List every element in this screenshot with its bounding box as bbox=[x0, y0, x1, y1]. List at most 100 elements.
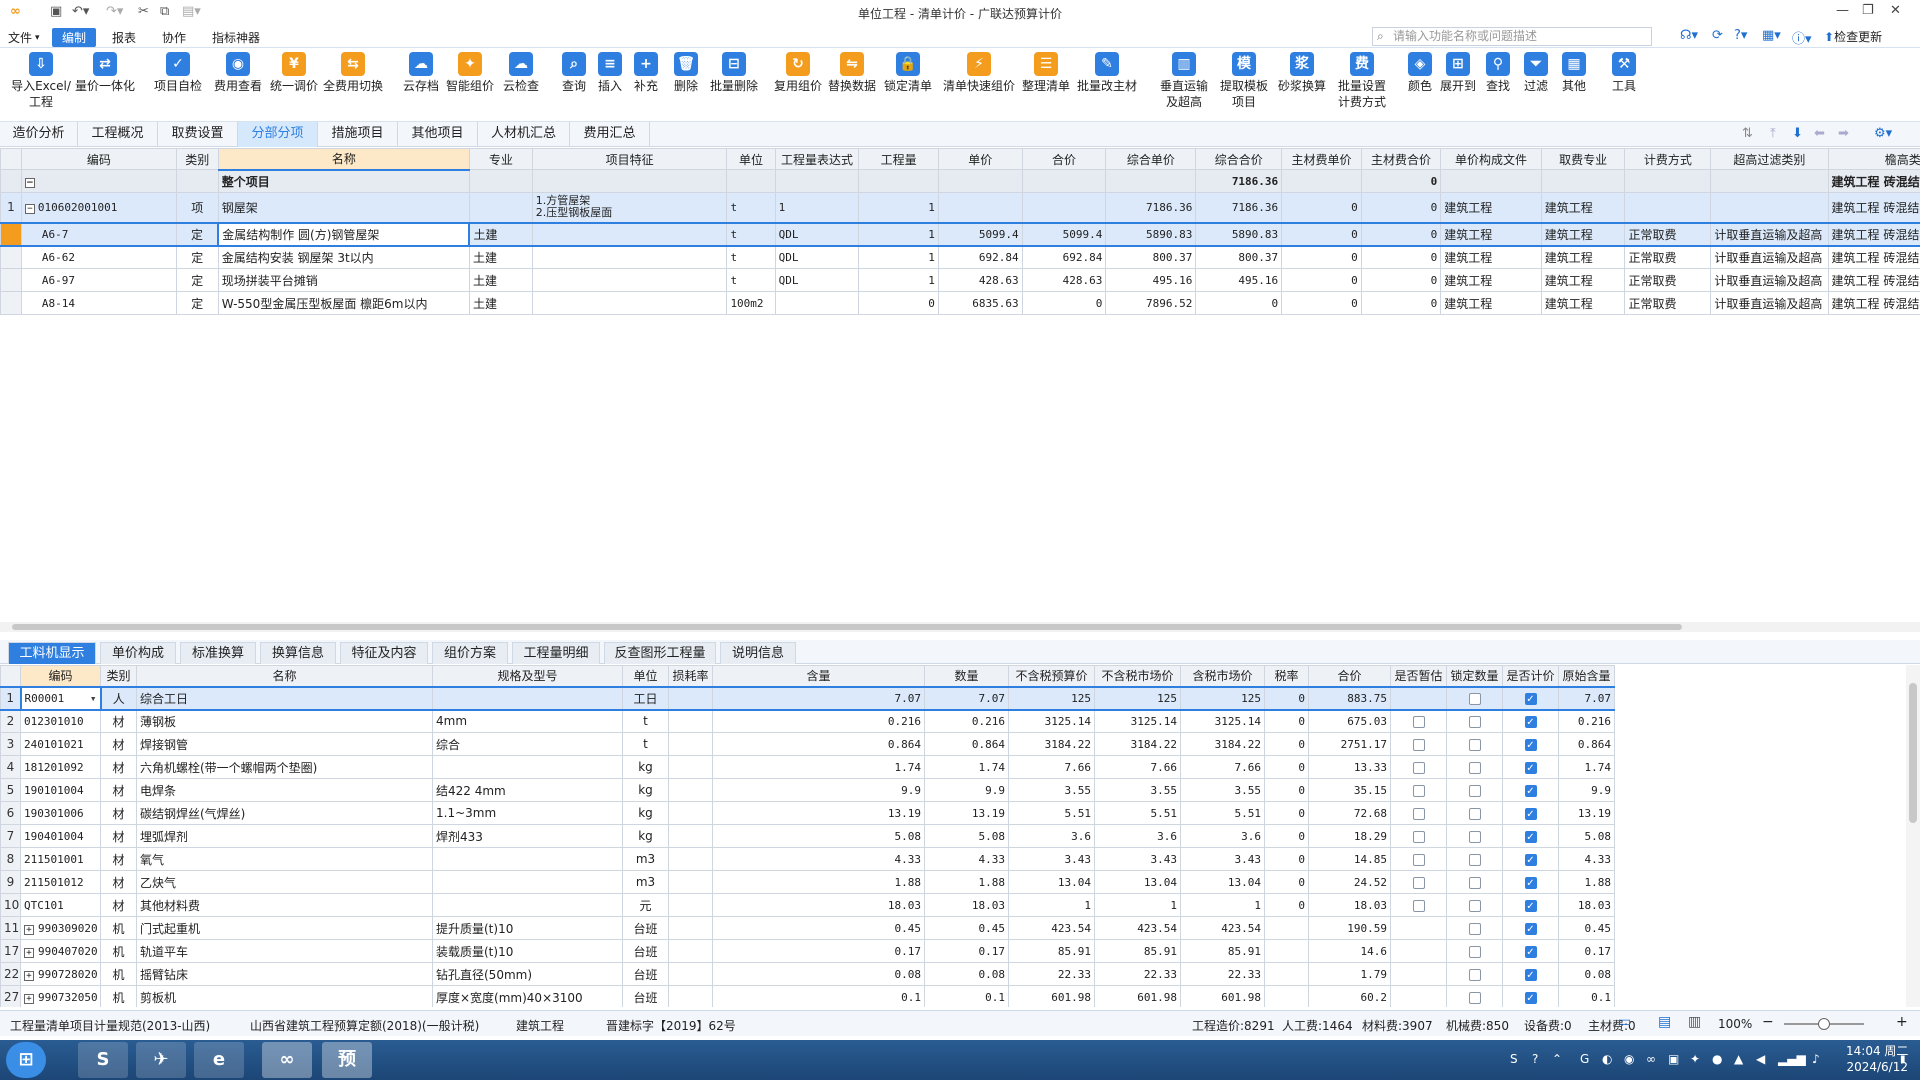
col-fee-major[interactable]: 取费专业 bbox=[1540, 148, 1626, 170]
col-content[interactable]: 含量 bbox=[712, 665, 925, 687]
tray-app-d-icon[interactable]: ∞ bbox=[1646, 1052, 1656, 1066]
search-input[interactable]: ⌕ 请输入功能名称或问题描述 bbox=[1372, 27, 1652, 46]
tab-measures[interactable]: 措施项目 bbox=[318, 122, 398, 147]
group-row[interactable]: − 整个项目 7186.36 0 建筑工程 砖混结构(檐高5 bbox=[0, 169, 1920, 193]
tray-help-icon[interactable]: ? bbox=[1532, 1052, 1538, 1066]
horizontal-scrollbar[interactable] bbox=[0, 622, 1920, 632]
table-row[interactable]: 5 190101004 材电焊条 结422 4mm kg 9.9 9.9 3.55 3.55 3.… bbox=[0, 778, 1615, 802]
move-top-icon[interactable]: ⤒ bbox=[1770, 126, 1776, 141]
lock-qty-checkbox[interactable] bbox=[1468, 922, 1481, 935]
lock-qty-checkbox[interactable] bbox=[1468, 807, 1481, 820]
plus-icon[interactable]: + bbox=[24, 947, 34, 958]
chevron-down-icon[interactable]: ▾ bbox=[90, 692, 97, 705]
batch-billing-button[interactable]: 费批量设置计费方式 bbox=[1334, 52, 1390, 110]
tray-app-b-icon[interactable]: ◐ bbox=[1602, 1052, 1612, 1066]
col-spec[interactable]: 规格及型号 bbox=[432, 665, 623, 687]
table-row[interactable]: 22 +990728020 机摇臂钻床 钻孔直径(50mm) 台班 0.08 0.08 22.… bbox=[0, 962, 1615, 986]
move-left-icon[interactable]: ⬅ bbox=[1814, 126, 1825, 141]
tray-app-e-icon[interactable]: ▣ bbox=[1668, 1052, 1679, 1066]
delete-button[interactable]: 🗑 删除 bbox=[668, 52, 704, 94]
start-button-icon[interactable]: ⊞ bbox=[6, 1042, 46, 1078]
tab-fee-settings[interactable]: 取费设置 bbox=[158, 122, 238, 147]
reuse-pricing-button[interactable]: ↻ 复用组价 bbox=[770, 52, 826, 94]
tab-labor-material[interactable]: 人材机汇总 bbox=[478, 122, 570, 147]
col-unit[interactable]: 单位 bbox=[622, 665, 669, 687]
settings-icon[interactable]: ⚙▾ bbox=[1874, 126, 1892, 141]
tab-reverse-graphic[interactable]: 反查图形工程量 bbox=[604, 642, 716, 664]
col-amount[interactable]: 合价 bbox=[1021, 148, 1107, 170]
priced-checkbox[interactable]: ✓ bbox=[1524, 807, 1537, 820]
move-right-icon[interactable]: ➡ bbox=[1838, 126, 1849, 141]
zoom-out-icon[interactable]: − bbox=[1762, 1014, 1774, 1030]
estimate-checkbox[interactable] bbox=[1412, 761, 1425, 774]
col-orig-content[interactable]: 原始含量 bbox=[1558, 665, 1615, 687]
collapse-toggle[interactable]: − bbox=[20, 169, 177, 193]
other-button[interactable]: ▦ 其他 bbox=[1556, 52, 1592, 94]
col-type[interactable]: 类别 bbox=[175, 148, 219, 170]
move-down-icon[interactable]: ⬇ bbox=[1792, 126, 1803, 141]
batch-delete-button[interactable]: ⊟ 批量删除 bbox=[706, 52, 762, 94]
lock-list-button[interactable]: 🔒 锁定清单 bbox=[880, 52, 936, 94]
vertical-transport-button[interactable]: ▥ 垂直运输及超高 bbox=[1156, 52, 1212, 110]
tab-fee-summary[interactable]: 费用汇总 bbox=[570, 122, 650, 147]
col-market-price[interactable]: 不含税市场价 bbox=[1094, 665, 1181, 687]
table-row[interactable]: 9 211501012 材乙炔气 m3 1.88 1.88 13.04 13.04 13.04 0… bbox=[0, 870, 1615, 894]
table-row[interactable]: 8 211501001 材氧气 m3 4.33 4.33 3.43 3.43 3.43 0 14.8… bbox=[0, 847, 1615, 871]
query-button[interactable]: ⌕ 查询 bbox=[556, 52, 592, 94]
lock-qty-checkbox[interactable] bbox=[1468, 991, 1481, 1004]
lock-qty-checkbox[interactable] bbox=[1468, 692, 1481, 705]
col-code[interactable]: 编码 bbox=[20, 148, 177, 170]
headset-icon[interactable]: ☊▾ bbox=[1680, 28, 1698, 43]
plus-icon[interactable]: + bbox=[24, 924, 34, 935]
tray-network-icon[interactable]: ▂▄▆ bbox=[1778, 1052, 1806, 1066]
estimate-checkbox[interactable] bbox=[1412, 899, 1425, 912]
zoom-slider-handle[interactable] bbox=[1818, 1018, 1830, 1030]
lock-qty-checkbox[interactable] bbox=[1468, 830, 1481, 843]
full-fee-switch-button[interactable]: ⇆ 全费用切换 bbox=[320, 52, 386, 94]
estimate-checkbox[interactable] bbox=[1412, 784, 1425, 797]
tray-speaker-icon[interactable]: ◀ bbox=[1756, 1052, 1765, 1066]
estimate-checkbox[interactable] bbox=[1412, 715, 1425, 728]
tray-app-c-icon[interactable]: ◉ bbox=[1624, 1052, 1634, 1066]
menu-file[interactable]: 文件 bbox=[8, 29, 32, 46]
estimate-checkbox[interactable] bbox=[1412, 738, 1425, 751]
minus-icon[interactable]: − bbox=[24, 178, 35, 188]
col-main-price[interactable]: 主材费单价 bbox=[1281, 148, 1362, 170]
col-name[interactable]: 名称 bbox=[217, 148, 470, 171]
quick-pricing-button[interactable]: ⚡ 清单快速组价 bbox=[940, 52, 1018, 94]
qty-price-button[interactable]: ⇄ 量价一体化 bbox=[74, 52, 136, 94]
col-code[interactable]: 编码 bbox=[20, 665, 101, 688]
check-update-button[interactable]: ⬆检查更新 bbox=[1824, 28, 1882, 45]
table-row[interactable]: 4 181201092 材六角机螺栓(带一个螺帽两个垫圈) kg 1.74 1.74 7.6… bbox=[0, 755, 1615, 779]
col-price[interactable]: 单价 bbox=[937, 148, 1023, 170]
col-main-total[interactable]: 主材费合价 bbox=[1360, 148, 1442, 170]
single-view-icon[interactable]: ▤ bbox=[1658, 1014, 1671, 1030]
insert-button[interactable]: ≡ 插入 bbox=[592, 52, 628, 94]
lock-qty-checkbox[interactable] bbox=[1468, 784, 1481, 797]
tray-app-f-icon[interactable]: ✦ bbox=[1690, 1052, 1700, 1066]
table-row[interactable]: 3 240101021 材焊接钢管 综合 t 0.864 0.864 3184.22 3184.… bbox=[0, 732, 1615, 756]
tab-convert-info[interactable]: 换算信息 bbox=[260, 642, 336, 664]
taskbar-browser-icon[interactable]: e bbox=[194, 1042, 244, 1078]
tab-sub-items[interactable]: 分部分项 bbox=[238, 122, 318, 147]
priced-checkbox[interactable]: ✓ bbox=[1524, 715, 1537, 728]
priced-checkbox[interactable]: ✓ bbox=[1524, 899, 1537, 912]
table-row[interactable]: A6-7 定 金属结构制作 圆(方)钢管屋架 土建 t QDL 1 5099.4… bbox=[0, 221, 1920, 247]
estimate-checkbox[interactable] bbox=[1412, 830, 1425, 843]
vertical-scrollbar[interactable] bbox=[1906, 665, 1920, 1007]
col-unit[interactable]: 单位 bbox=[726, 148, 776, 170]
col-price-file[interactable]: 单价构成文件 bbox=[1440, 148, 1542, 170]
menu-index[interactable]: 指标神器 bbox=[212, 29, 260, 46]
table-row[interactable]: 27 +990732050 机剪板机 厚度×宽度(mm)40×3100 台班 0.1 0.1… bbox=[0, 985, 1615, 1007]
self-check-button[interactable]: ✓ 项目自检 bbox=[150, 52, 206, 94]
col-type[interactable]: 类别 bbox=[100, 665, 137, 687]
show-desktop-icon[interactable]: ▮ bbox=[1900, 1054, 1906, 1065]
priced-checkbox[interactable]: ✓ bbox=[1524, 922, 1537, 935]
priced-checkbox[interactable]: ✓ bbox=[1524, 991, 1537, 1004]
replace-data-button[interactable]: ⇋ 替换数据 bbox=[824, 52, 880, 94]
col-filter[interactable]: 超高过滤类别 bbox=[1710, 148, 1829, 170]
tab-pricing-scheme[interactable]: 组价方案 bbox=[432, 642, 508, 664]
plus-icon[interactable]: + bbox=[24, 970, 34, 981]
priced-checkbox[interactable]: ✓ bbox=[1524, 968, 1537, 981]
menu-collab[interactable]: 协作 bbox=[162, 29, 186, 46]
